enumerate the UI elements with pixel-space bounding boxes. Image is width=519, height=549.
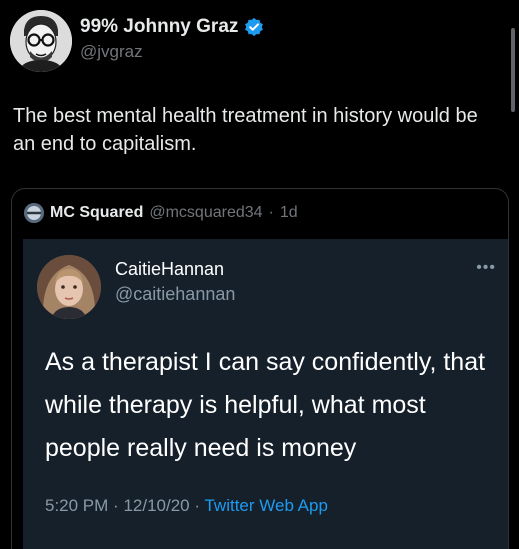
quote-avatar[interactable] [24,203,44,223]
embedded-handle: @caitiehannan [115,284,236,304]
author-display-name[interactable]: 99% Johnny Graz [80,16,238,38]
embedded-time: 5:20 PM [45,496,109,515]
embedded-separator-2: · [194,496,201,515]
embedded-avatar [37,255,101,319]
embedded-avatar-icon [37,255,101,319]
quote-separator: · [268,204,274,221]
tweet-header: 99% Johnny Graz @jvgraz [10,10,490,72]
more-icon: ••• [476,259,496,276]
embedded-tweet-image: CaitieHannan @caitiehannan ••• As a ther… [23,239,508,549]
embedded-tweet-footer: 5:20 PM · 12/10/20 · Twitter Web App [45,496,328,516]
author-avatar[interactable] [10,10,72,72]
embedded-date: 12/10/20 [123,496,190,515]
verified-badge-icon [245,17,264,37]
embedded-display-name: CaitieHannan [115,259,225,279]
embedded-tweet-text: As a therapist I can say confidently, th… [45,348,486,462]
quote-tweet-card[interactable]: MC Squared @mcsquared34 · 1d CaitieHanna… [11,188,509,549]
author-handle[interactable]: @jvgraz [80,42,264,62]
quote-display-name[interactable]: MC Squared [50,204,143,222]
quote-handle[interactable]: @mcsquared34 [149,204,262,222]
quote-avatar-icon [24,203,44,223]
avatar-icon [10,10,72,72]
tweet-text: The best mental health treatment in hist… [13,105,478,155]
quote-header: MC Squared @mcsquared34 · 1d [24,203,298,223]
embedded-source: Twitter Web App [204,496,328,515]
author-info: 99% Johnny Graz @jvgraz [80,16,264,62]
quote-time[interactable]: 1d [280,204,298,222]
scrollbar[interactable] [511,28,515,112]
author-name[interactable]: 99% Johnny Graz [80,16,264,38]
embedded-separator-1: · [113,496,119,515]
embedded-author-info: CaitieHannan @caitiehannan [115,259,235,305]
